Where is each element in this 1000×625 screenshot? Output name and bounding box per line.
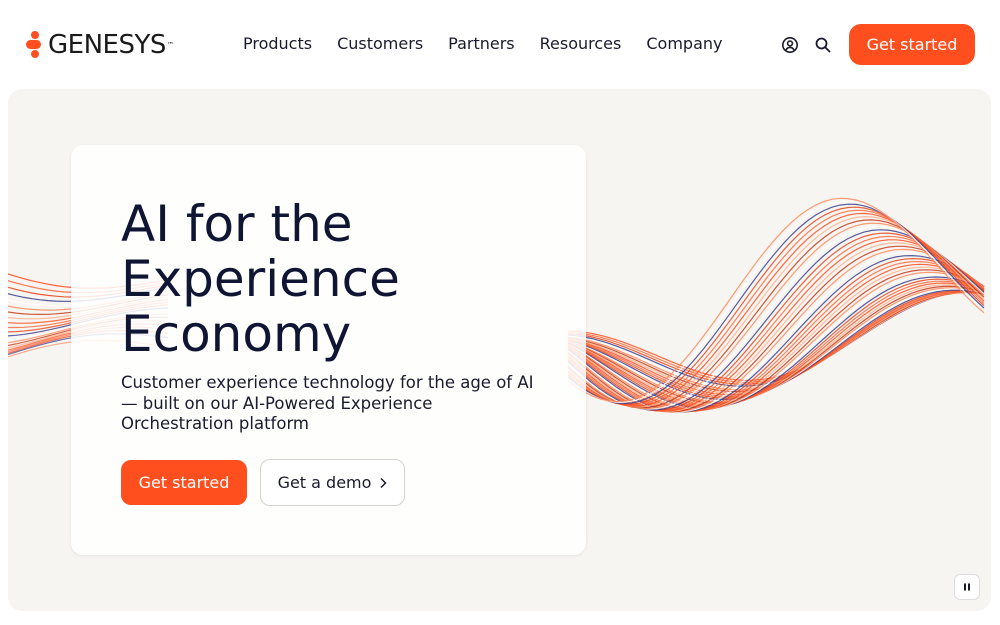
hero-card: AI for the Experience Economy Customer e… [71, 145, 586, 555]
site-header: GENESYS ™ Products Customers Partners Re… [0, 0, 1000, 88]
pause-icon [964, 583, 970, 591]
search-icon[interactable] [814, 36, 832, 54]
hero-headline: AI for the Experience Economy [121, 195, 400, 363]
main-nav: Products Customers Partners Resources Co… [243, 34, 747, 53]
nav-item-products[interactable]: Products [243, 34, 312, 53]
right-wave-strands [567, 197, 985, 413]
wave-strand [567, 291, 985, 389]
trademark-symbol: ™ [166, 41, 174, 49]
chevron-right-icon [380, 477, 387, 488]
nav-item-resources[interactable]: Resources [540, 34, 622, 53]
get-a-demo-button[interactable]: Get a demo [260, 459, 405, 506]
nav-item-customers[interactable]: Customers [337, 34, 423, 53]
get-a-demo-label: Get a demo [277, 473, 372, 492]
header-get-started-button[interactable]: Get started [849, 24, 975, 65]
hero-section: AI for the Experience Economy Customer e… [8, 89, 991, 611]
genesys-logo-mark-icon [25, 30, 43, 60]
hero-subhead: Customer experience technology for the a… [121, 373, 534, 433]
user-circle-icon[interactable] [781, 36, 799, 54]
pause-animation-button[interactable] [954, 574, 980, 600]
genesys-logo[interactable]: GENESYS ™ [25, 28, 174, 62]
nav-item-company[interactable]: Company [646, 34, 722, 53]
nav-item-partners[interactable]: Partners [448, 34, 514, 53]
logo-text: GENESYS [48, 30, 166, 60]
hero-get-started-button[interactable]: Get started [121, 460, 247, 505]
